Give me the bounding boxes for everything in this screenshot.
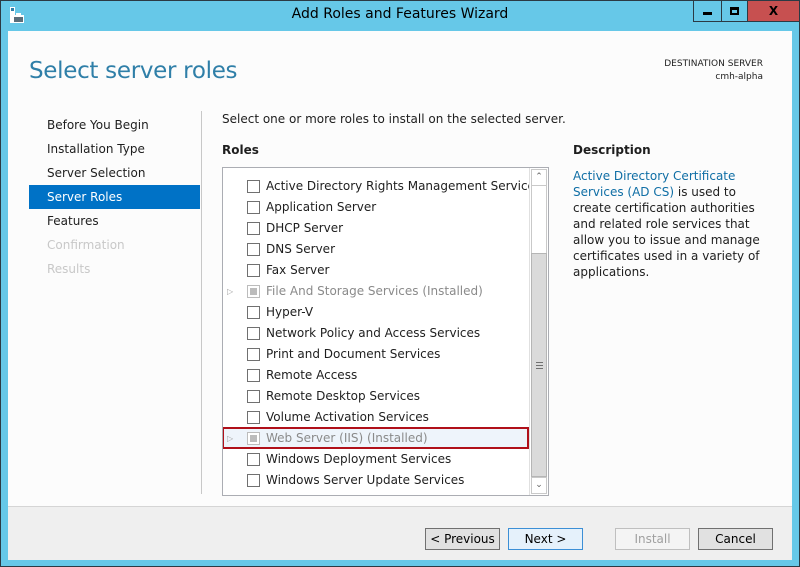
minimize-icon	[703, 11, 712, 15]
role-item[interactable]: Fax Server	[223, 260, 528, 281]
maximize-icon	[730, 7, 739, 15]
role-checkbox[interactable]	[247, 411, 260, 424]
scroll-down-button[interactable]: ⌄	[531, 477, 547, 494]
description-text: Active Directory Certificate Services (A…	[573, 168, 768, 280]
role-label: Web Server (IIS) (Installed)	[266, 431, 428, 445]
next-button[interactable]: Next >	[508, 528, 583, 550]
role-label: Active Directory Rights Management Servi…	[266, 179, 542, 193]
nav-item-results: Results	[47, 262, 91, 276]
role-item[interactable]: Hyper-V	[223, 302, 528, 323]
role-item[interactable]: ▷ File And Storage Services (Installed)	[223, 281, 528, 302]
role-item[interactable]: Remote Access	[223, 365, 528, 386]
instruction-text: Select one or more roles to install on t…	[222, 112, 566, 126]
roles-list-rows: Active Directory Rights Management Servi…	[223, 176, 541, 491]
expand-arrow-icon[interactable]: ▷	[227, 281, 237, 302]
role-checkbox[interactable]	[247, 201, 260, 214]
role-label: Windows Deployment Services	[266, 452, 452, 466]
wizard-nav: Before You Begin Installation Type Serve…	[29, 113, 200, 281]
role-item[interactable]: Volume Activation Services	[223, 407, 528, 428]
role-item[interactable]: Application Server	[223, 197, 528, 218]
description-body: is used to create certification authorit…	[573, 185, 760, 279]
cancel-button[interactable]: Cancel	[698, 528, 773, 550]
nav-divider	[201, 111, 202, 494]
nav-item-features[interactable]: Features	[29, 209, 200, 233]
role-item[interactable]: Remote Desktop Services	[223, 386, 528, 407]
role-checkbox[interactable]	[247, 474, 260, 487]
role-checkbox[interactable]	[247, 369, 260, 382]
role-checkbox[interactable]	[247, 348, 260, 361]
title-bar[interactable]: Add Roles and Features Wizard X	[1, 1, 799, 31]
role-checkbox[interactable]	[247, 453, 260, 466]
role-item[interactable]: Network Policy and Access Services	[223, 323, 528, 344]
destination-server-label: DESTINATION SERVER	[664, 59, 763, 69]
role-label: Print and Document Services	[266, 347, 441, 361]
role-checkbox[interactable]	[247, 306, 260, 319]
nav-item-server-selection[interactable]: Server Selection	[29, 161, 200, 185]
role-item[interactable]: DHCP Server	[223, 218, 528, 239]
scroll-up-button[interactable]: ⌃	[531, 169, 547, 186]
destination-server: DESTINATION SERVER cmh-alpha	[664, 58, 763, 84]
roles-list[interactable]: Active Directory Rights Management Servi…	[222, 167, 549, 496]
role-label: Application Server	[266, 200, 377, 214]
wizard-footer: < Previous Next > Install Cancel	[8, 506, 792, 560]
role-checkbox	[247, 432, 260, 445]
chevron-down-icon: ⌄	[535, 480, 543, 490]
nav-item-before-you-begin[interactable]: Before You Begin	[29, 113, 200, 137]
install-button: Install	[615, 528, 690, 550]
role-checkbox[interactable]	[247, 327, 260, 340]
roles-scrollbar[interactable]: ⌃ ⌄	[529, 168, 548, 495]
role-label: Fax Server	[266, 263, 330, 277]
role-checkbox[interactable]	[247, 180, 260, 193]
window-title: Add Roles and Features Wizard	[291, 6, 509, 22]
role-checkbox	[247, 285, 260, 298]
role-item[interactable]: Active Directory Rights Management Servi…	[223, 176, 541, 197]
maximize-button[interactable]	[722, 1, 748, 21]
roles-heading: Roles	[222, 143, 259, 157]
role-item[interactable]: ▷ Web Server (IIS) (Installed)	[223, 428, 528, 449]
role-item[interactable]: DNS Server	[223, 239, 528, 260]
role-item[interactable]: Print and Document Services	[223, 344, 528, 365]
role-label: Windows Server Update Services	[266, 473, 465, 487]
role-label: DNS Server	[266, 242, 335, 256]
role-label: Network Policy and Access Services	[266, 326, 481, 340]
nav-item-installation-type[interactable]: Installation Type	[29, 137, 200, 161]
previous-button[interactable]: < Previous	[425, 528, 500, 550]
role-checkbox[interactable]	[247, 264, 260, 277]
minimize-button[interactable]	[694, 1, 722, 21]
chevron-up-icon: ⌃	[535, 172, 543, 182]
nav-item-server-roles[interactable]: Server Roles	[29, 185, 200, 209]
scrollbar-thumb[interactable]	[531, 252, 547, 477]
destination-server-value: cmh-alpha	[715, 72, 763, 82]
role-label: File And Storage Services (Installed)	[266, 284, 483, 298]
description-heading: Description	[573, 143, 651, 157]
window-controls: X	[693, 1, 799, 22]
role-checkbox[interactable]	[247, 243, 260, 256]
role-label: Remote Desktop Services	[266, 389, 421, 403]
grip-icon	[536, 361, 543, 369]
expand-arrow-icon[interactable]: ▷	[227, 428, 237, 449]
role-checkbox[interactable]	[247, 222, 260, 235]
role-label: DHCP Server	[266, 221, 344, 235]
role-checkbox[interactable]	[247, 390, 260, 403]
nav-item-confirmation: Confirmation	[47, 238, 125, 252]
role-label: Remote Access	[266, 368, 358, 382]
wizard-client-area: Select server roles DESTINATION SERVER c…	[8, 31, 792, 560]
close-button[interactable]: X	[748, 1, 799, 21]
page-title: Select server roles	[29, 58, 238, 84]
role-label: Hyper-V	[266, 305, 314, 319]
close-icon: X	[768, 4, 779, 18]
role-item[interactable]: Windows Server Update Services	[223, 470, 528, 491]
wizard-window: Add Roles and Features Wizard X Select s…	[0, 0, 800, 567]
role-label: Volume Activation Services	[266, 410, 429, 424]
role-item[interactable]: Windows Deployment Services	[223, 449, 528, 470]
